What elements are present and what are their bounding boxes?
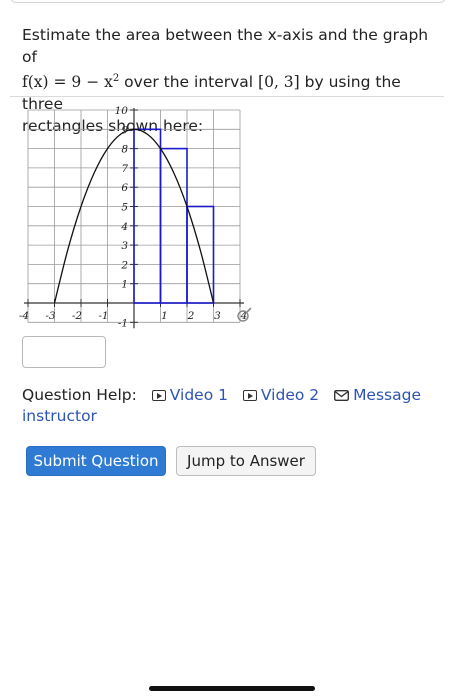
card-edge	[10, 0, 446, 3]
question-help-label: Question Help:	[22, 386, 137, 404]
jump-to-answer-button[interactable]: Jump to Answer	[176, 446, 316, 476]
y-tick-label: 4	[120, 221, 128, 233]
x-tick-label: -3	[45, 310, 56, 322]
y-tick-label: 8	[121, 144, 128, 156]
x-tick-label: 1	[161, 310, 168, 322]
question-line-1: Estimate the area between the x-axis and…	[22, 26, 429, 66]
y-tick-label: 6	[121, 182, 128, 194]
y-tick-label: 3	[121, 240, 128, 252]
submit-question-button[interactable]: Submit Question	[26, 446, 166, 476]
video-1-link[interactable]: Video 1	[142, 386, 228, 404]
message-link-continued[interactable]: instructor	[22, 407, 97, 425]
y-tick-label: 10	[115, 105, 129, 117]
home-indicator	[149, 686, 315, 691]
y-tick-label: 2	[120, 259, 128, 271]
x-tick-label: 3	[214, 310, 221, 322]
x-tick-label: -1	[98, 310, 108, 322]
y-tick-label: 7	[121, 163, 128, 175]
y-tick-label: -1	[118, 317, 128, 329]
play-icon	[242, 390, 257, 401]
x-tick-label: 2	[187, 310, 195, 322]
y-tick-label: 1	[121, 279, 128, 291]
play-icon	[151, 390, 166, 401]
x-tick-label: -4	[19, 310, 29, 322]
answer-input[interactable]	[22, 336, 106, 368]
x-tick-label: -2	[72, 310, 83, 322]
envelope-icon	[334, 390, 350, 401]
divider-top	[10, 96, 444, 97]
video-2-link[interactable]: Video 2	[233, 386, 319, 404]
approximation-rectangle	[133, 128, 162, 304]
y-tick-label: 5	[121, 202, 128, 214]
message-link[interactable]: Message	[324, 386, 421, 404]
y-tick-label: 9	[121, 124, 128, 136]
function-expression: f(x) = 9 − x2	[22, 73, 120, 92]
graph: -4 -3 -2 -1 1 2 3 4-112345678910	[19, 105, 252, 329]
interval: [0, 3]	[258, 73, 300, 92]
question-help: Question Help: Video 1 Video 2 Message i…	[22, 385, 442, 427]
